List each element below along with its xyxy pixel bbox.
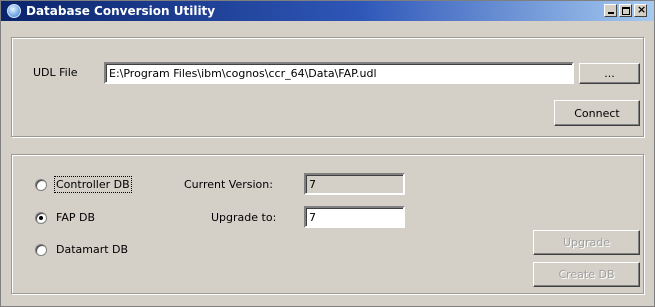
upgrade-button[interactable]: Upgrade [533, 230, 640, 255]
maximize-icon[interactable] [619, 4, 632, 17]
window-title: Database Conversion Utility [26, 4, 216, 18]
title-bar[interactable]: Database Conversion Utility × [1, 1, 654, 21]
udl-file-label: UDL File [33, 66, 78, 79]
datamart-db-radio[interactable] [35, 244, 47, 256]
connect-button[interactable]: Connect [554, 100, 640, 126]
app-database-icon [7, 4, 21, 18]
upgrade-to-label: Upgrade to: [211, 211, 277, 224]
upgrade-to-field[interactable]: 7 [304, 206, 405, 228]
controller-db-radio[interactable] [35, 179, 47, 191]
udl-connection-group [11, 37, 644, 137]
controller-db-label[interactable]: Controller DB [54, 176, 132, 193]
close-icon[interactable]: × [634, 3, 647, 17]
minimize-icon[interactable] [604, 4, 617, 17]
datamart-db-label[interactable]: Datamart DB [56, 243, 128, 256]
current-version-label: Current Version: [184, 178, 273, 191]
fap-db-radio[interactable] [35, 212, 47, 224]
udl-path-field[interactable]: E:\Program Files\ibm\cognos\ccr_64\Data\… [104, 62, 574, 84]
database-conversion-window: Database Conversion Utility × UDL File E… [0, 0, 655, 307]
create-db-button[interactable]: Create DB [533, 262, 640, 287]
current-version-field: 7 [304, 173, 405, 195]
browse-button[interactable]: ... [579, 63, 640, 84]
radio-selected-dot [39, 216, 43, 220]
fap-db-label[interactable]: FAP DB [56, 211, 95, 224]
